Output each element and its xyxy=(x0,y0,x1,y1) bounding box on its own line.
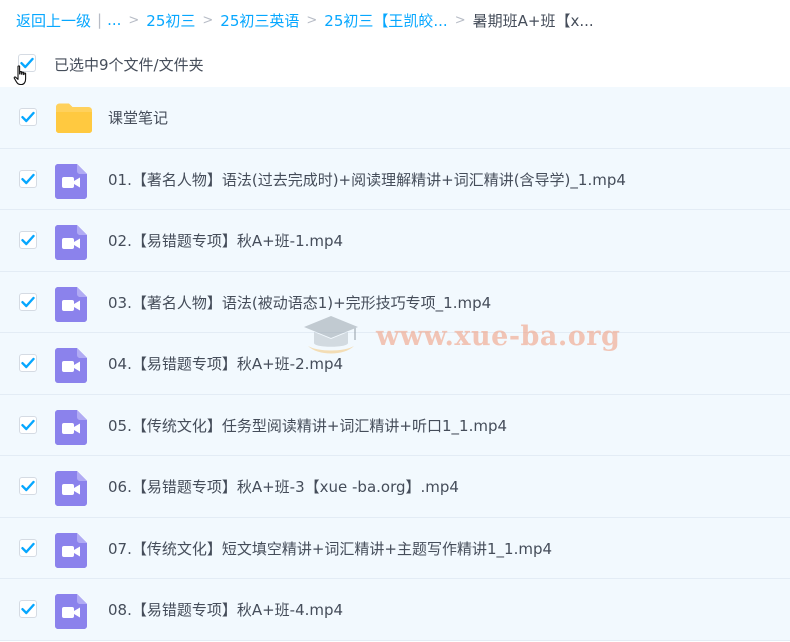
file-list: 课堂笔记 01.【著名人物】语法(过去完成时)+阅读理解精讲+词汇精讲(含导学)_… xyxy=(0,87,790,641)
chevron-right-icon: > xyxy=(202,12,214,28)
file-row[interactable]: 02.【易错题专项】秋A+班-1.mp4 xyxy=(0,210,790,272)
chevron-right-icon: > xyxy=(306,12,318,28)
video-file-icon xyxy=(55,286,87,326)
row-checkbox[interactable] xyxy=(19,169,37,188)
row-checkbox[interactable] xyxy=(19,477,37,495)
file-name[interactable]: 01.【著名人物】语法(过去完成时)+阅读理解精讲+词汇精讲(含导学)_1.mp… xyxy=(108,169,626,190)
file-name[interactable]: 06.【易错题专项】秋A+班-3【xue -ba.org】.mp4 xyxy=(108,476,459,497)
video-file-icon xyxy=(55,532,87,572)
chevron-right-icon: > xyxy=(454,12,466,28)
video-file-icon xyxy=(55,163,87,203)
breadcrumb: 返回上一级 | ... > 25初三 > 25初三英语 > 25初三【王凯皎..… xyxy=(16,9,594,31)
video-file-icon xyxy=(55,225,87,264)
breadcrumb-back-link[interactable]: 返回上一级 xyxy=(16,10,91,31)
row-checkbox[interactable] xyxy=(19,415,37,434)
row-checkbox[interactable] xyxy=(19,354,37,372)
checkmark-icon xyxy=(21,357,35,369)
file-name[interactable]: 05.【传统文化】任务型阅读精讲+词汇精讲+听口1_1.mp4 xyxy=(108,415,507,436)
checkmark-icon xyxy=(21,296,35,307)
checkmark-icon xyxy=(21,603,35,615)
row-checkbox[interactable] xyxy=(19,538,37,557)
video-file-icon xyxy=(55,471,87,510)
file-name[interactable]: 04.【易错题专项】秋A+班-2.mp4 xyxy=(108,353,343,374)
breadcrumb-item-1[interactable]: 25初三 xyxy=(146,10,195,31)
row-checkbox[interactable] xyxy=(19,108,37,126)
file-row[interactable]: 08.【易错题专项】秋A+班-4.mp4 xyxy=(0,579,790,641)
row-checkbox[interactable] xyxy=(19,292,37,311)
checkmark-icon xyxy=(21,111,35,123)
row-checkbox[interactable] xyxy=(19,600,37,618)
breadcrumb-item-3[interactable]: 25初三【王凯皎... xyxy=(324,10,447,31)
file-name[interactable]: 02.【易错题专项】秋A+班-1.mp4 xyxy=(108,230,343,251)
file-row[interactable]: 05.【传统文化】任务型阅读精讲+词汇精讲+听口1_1.mp4 xyxy=(0,394,790,456)
breadcrumb-current: 暑期班A+班【x... xyxy=(472,11,594,30)
file-name[interactable]: 07.【传统文化】短文填空精讲+词汇精讲+主题写作精讲1_1.mp4 xyxy=(108,538,552,559)
row-checkbox[interactable] xyxy=(19,231,37,249)
file-row[interactable]: 03.【著名人物】语法(被动语态1)+完形技巧专项_1.mp4 xyxy=(0,271,790,333)
checkmark-icon xyxy=(21,480,35,492)
file-name[interactable]: 03.【著名人物】语法(被动语态1)+完形技巧专项_1.mp4 xyxy=(108,292,491,313)
folder-row[interactable]: 课堂笔记 xyxy=(0,87,790,149)
file-row[interactable]: 07.【传统文化】短文填空精讲+词汇精讲+主题写作精讲1_1.mp4 xyxy=(0,517,790,579)
file-name[interactable]: 课堂笔记 xyxy=(108,107,168,128)
hand-cursor-icon xyxy=(13,65,27,86)
selection-count-text: 已选中9个文件/文件夹 xyxy=(54,56,204,74)
video-file-icon xyxy=(55,594,87,633)
checkmark-icon xyxy=(21,542,35,553)
file-row[interactable]: 06.【易错题专项】秋A+班-3【xue -ba.org】.mp4 xyxy=(0,456,790,518)
file-row[interactable]: 01.【著名人物】语法(过去完成时)+阅读理解精讲+词汇精讲(含导学)_1.mp… xyxy=(0,148,790,210)
video-file-icon xyxy=(55,348,87,387)
breadcrumb-ellipsis[interactable]: ... xyxy=(107,11,121,29)
checkmark-icon xyxy=(21,234,35,246)
checkmark-icon xyxy=(21,419,35,430)
folder-icon xyxy=(55,102,93,138)
selection-bar: 已选中9个文件/文件夹 xyxy=(0,46,790,86)
video-file-icon xyxy=(55,409,87,449)
breadcrumb-item-2[interactable]: 25初三英语 xyxy=(220,10,299,31)
checkmark-icon xyxy=(21,173,35,184)
breadcrumb-divider: | xyxy=(97,11,103,29)
file-name[interactable]: 08.【易错题专项】秋A+班-4.mp4 xyxy=(108,599,343,620)
file-row[interactable]: 04.【易错题专项】秋A+班-2.mp4 xyxy=(0,333,790,395)
chevron-right-icon: > xyxy=(128,12,140,28)
